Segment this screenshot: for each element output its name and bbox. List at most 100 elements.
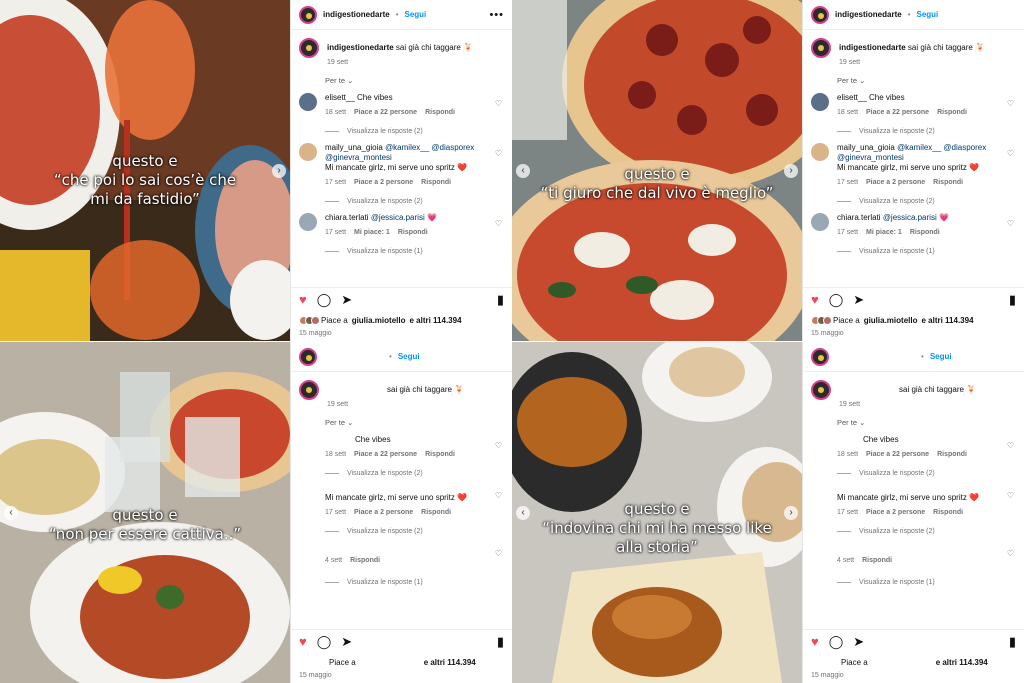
avatar[interactable]	[299, 93, 317, 111]
heart-icon[interactable]: ♡	[1007, 491, 1014, 500]
avatar[interactable]	[299, 213, 317, 231]
avatar[interactable]	[299, 380, 319, 400]
comment-icon[interactable]: ◯	[317, 634, 332, 650]
view-replies[interactable]: Visualizza le risposte (2)	[837, 528, 1024, 535]
view-replies-label[interactable]: Visualizza le risposte (2)	[347, 128, 423, 135]
avatar[interactable]	[299, 493, 317, 511]
view-replies-label[interactable]: Visualizza le risposte (2)	[859, 470, 935, 477]
reply-button[interactable]: Rispondi	[350, 556, 380, 566]
view-replies-label[interactable]: Visualizza le risposte (1)	[859, 579, 935, 586]
share-icon[interactable]: ➤	[853, 634, 864, 650]
view-replies[interactable]: Visualizza le risposte (2)	[837, 198, 1024, 205]
bookmark-icon[interactable]: ▮	[1009, 634, 1016, 650]
comment-username[interactable]: maily_una_gioia	[837, 143, 895, 152]
view-replies-label[interactable]: Visualizza le risposte (1)	[347, 579, 423, 586]
reply-button[interactable]: Rispondi	[398, 228, 428, 238]
next-arrow-icon[interactable]: ›	[784, 163, 798, 178]
comment-likes[interactable]: Piace a 2 persone	[354, 508, 413, 518]
view-replies[interactable]: Visualizza le risposte (1)	[837, 248, 1024, 255]
view-replies-label[interactable]: Visualizza le risposte (2)	[347, 470, 423, 477]
reply-button[interactable]: Rispondi	[862, 556, 892, 566]
comment-mention[interactable]: @jessica.parisi 💗	[883, 213, 949, 222]
more-icon[interactable]: •••	[489, 9, 504, 21]
heart-icon[interactable]: ♡	[1007, 441, 1014, 450]
view-replies-label[interactable]: Visualizza le risposte (2)	[859, 528, 935, 535]
username[interactable]: indigestionedarte	[835, 10, 902, 19]
share-icon[interactable]: ➤	[341, 292, 352, 308]
avatar[interactable]	[811, 551, 829, 569]
avatar[interactable]	[299, 347, 317, 366]
liked-by-user[interactable]: giulia.miotello	[864, 316, 918, 325]
username[interactable]: indigestionedarte	[323, 10, 390, 19]
heart-icon[interactable]: ♡	[1007, 219, 1014, 228]
avatar[interactable]	[811, 347, 829, 366]
avatar[interactable]	[811, 380, 831, 400]
avatar[interactable]	[299, 551, 317, 569]
comment-mention[interactable]: @jessica.parisi 💗	[371, 213, 437, 222]
comment-likes[interactable]: Piace a 22 persone	[866, 450, 929, 460]
view-replies-label[interactable]: Visualizza le risposte (2)	[859, 198, 935, 205]
heart-icon[interactable]: ♡	[495, 441, 502, 450]
view-replies[interactable]: Visualizza le risposte (1)	[325, 248, 512, 255]
avatar[interactable]	[811, 5, 829, 24]
likes-count[interactable]: e altri 114.394	[921, 316, 973, 325]
comment-likes[interactable]: Mi piace: 1	[866, 228, 902, 238]
reply-button[interactable]: Rispondi	[933, 178, 963, 188]
sort-dropdown[interactable]: Per te ⌄	[291, 408, 512, 427]
heart-icon[interactable]: ♡	[1007, 549, 1014, 558]
comment-icon[interactable]: ◯	[829, 634, 844, 650]
reply-button[interactable]: Rispondi	[425, 450, 455, 460]
view-replies-label[interactable]: Visualizza le risposte (2)	[347, 198, 423, 205]
liked-by-user[interactable]: giulia.miotello	[352, 316, 406, 325]
avatar[interactable]	[811, 493, 829, 511]
comment-icon[interactable]: ◯	[317, 292, 332, 308]
comment-likes[interactable]: Piace a 2 persone	[354, 178, 413, 188]
comment-likes[interactable]: Piace a 22 persone	[354, 108, 417, 118]
view-replies-label[interactable]: Visualizza le risposte (1)	[347, 248, 423, 255]
comment-username[interactable]: maily_una_gioia	[325, 143, 383, 152]
comment-username[interactable]: elisett__	[837, 93, 867, 102]
prev-arrow-icon[interactable]: ‹	[516, 505, 530, 520]
heart-icon[interactable]: ♡	[495, 549, 502, 558]
reply-button[interactable]: Rispondi	[933, 508, 963, 518]
caption-username[interactable]: indigestionedarte	[839, 43, 906, 52]
view-replies[interactable]: Visualizza le risposte (1)	[325, 579, 512, 586]
follow-button[interactable]: Segui	[405, 10, 427, 19]
bookmark-icon[interactable]: ▮	[1009, 292, 1016, 308]
reply-button[interactable]: Rispondi	[421, 178, 451, 188]
reply-button[interactable]: Rispondi	[937, 450, 967, 460]
next-arrow-icon[interactable]: ›	[784, 505, 798, 520]
heart-icon[interactable]: ♡	[495, 219, 502, 228]
heart-icon[interactable]: ♡	[1007, 99, 1014, 108]
view-replies-label[interactable]: Visualizza le risposte (2)	[859, 128, 935, 135]
avatar[interactable]	[811, 93, 829, 111]
follow-button[interactable]: Segui	[917, 10, 939, 19]
bookmark-icon[interactable]: ▮	[497, 634, 504, 650]
avatar[interactable]	[811, 143, 829, 161]
view-replies-label[interactable]: Visualizza le risposte (2)	[347, 528, 423, 535]
comment-likes[interactable]: Piace a 2 persone	[866, 178, 925, 188]
avatar[interactable]	[811, 435, 829, 453]
view-replies[interactable]: Visualizza le risposte (2)	[325, 128, 512, 135]
heart-icon[interactable]: ♥	[299, 292, 307, 307]
comment-likes[interactable]: Piace a 22 persone	[866, 108, 929, 118]
heart-icon[interactable]: ♡	[1007, 149, 1014, 158]
sort-dropdown[interactable]: Per te ⌄	[291, 66, 512, 85]
comment-username[interactable]: chiara.terlati	[325, 213, 369, 222]
prev-arrow-icon[interactable]: ‹	[516, 163, 530, 178]
heart-icon[interactable]: ♡	[495, 491, 502, 500]
comment-likes[interactable]: Piace a 22 persone	[354, 450, 417, 460]
reply-button[interactable]: Rispondi	[910, 228, 940, 238]
likes-count[interactable]: e altri 114.394	[409, 316, 461, 325]
likes-count[interactable]: e altri 114.394	[424, 658, 476, 667]
reply-button[interactable]: Rispondi	[937, 108, 967, 118]
comment-likes[interactable]: Mi piace: 1	[354, 228, 390, 238]
comment-icon[interactable]: ◯	[829, 292, 844, 308]
follow-button[interactable]: Segui	[930, 352, 952, 361]
share-icon[interactable]: ➤	[853, 292, 864, 308]
heart-icon[interactable]: ♥	[811, 634, 819, 649]
reply-button[interactable]: Rispondi	[425, 108, 455, 118]
follow-button[interactable]: Segui	[398, 352, 420, 361]
comment-username[interactable]: chiara.terlati	[837, 213, 881, 222]
sort-dropdown[interactable]: Per te ⌄	[803, 66, 1024, 85]
